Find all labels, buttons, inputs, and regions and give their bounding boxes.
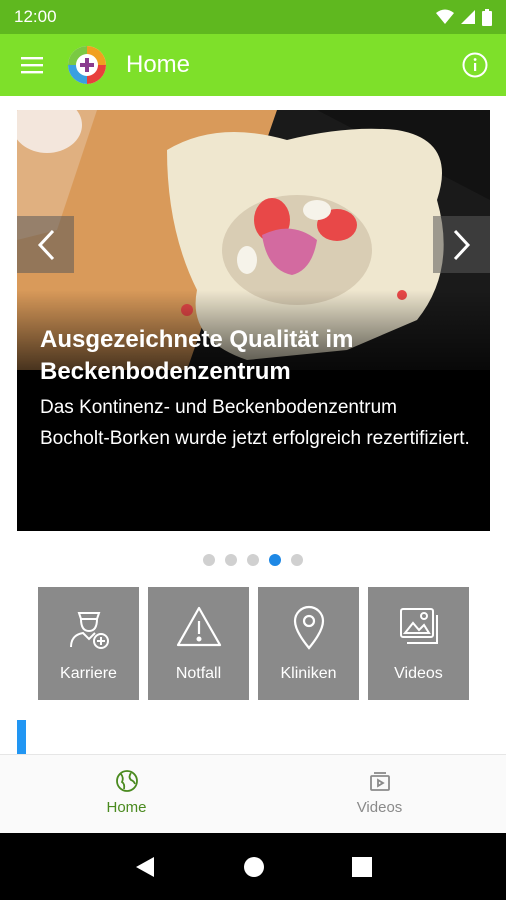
gallery-icon [395,603,443,651]
doctor-add-icon [65,603,113,651]
news-carousel[interactable]: Ausgezeichnete Qualität im Beckenbodenze… [17,110,490,531]
menu-button[interactable] [0,34,64,96]
hamburger-menu-icon [21,57,43,74]
tile-kliniken[interactable]: Kliniken [258,587,359,700]
status-icons [436,8,492,26]
pagination-dot[interactable] [291,554,303,566]
status-bar: 12:00 [0,0,506,34]
status-time: 12:00 [14,7,57,26]
pagination-dot-active[interactable] [269,554,281,566]
tile-label: Kliniken [280,665,337,682]
bottom-nav-label: Home [106,799,147,816]
pagination-dot[interactable] [225,554,237,566]
tile-karriere[interactable]: Karriere [38,587,139,700]
tile-label: Karriere [60,665,117,682]
info-button[interactable] [444,34,506,96]
slide-title[interactable]: Ausgezeichnete Qualität im Beckenbodenze… [40,324,470,388]
carousel-next-button[interactable] [433,216,490,273]
bottom-navigation: Home Videos [0,754,506,833]
home-circle-icon[interactable] [243,856,265,878]
info-icon [462,52,488,78]
page-title: Home [126,51,191,78]
tile-notfall[interactable]: Notfall [148,587,249,700]
bottom-nav-home[interactable]: Home [0,755,253,833]
pagination-dot[interactable] [247,554,259,566]
app-logo-icon [68,46,106,84]
pagination-dot[interactable] [203,554,215,566]
tile-label: Videos [394,665,443,682]
system-navigation-bar [0,833,506,900]
globe-icon [115,770,138,792]
battery-icon [482,8,492,26]
warning-icon [175,603,223,651]
quick-access-tiles: Karriere Notfall Kliniken Videos [38,587,470,700]
app-bar: Home [0,34,506,96]
tile-label: Notfall [175,665,222,682]
slide-text: Das Kontinenz- und Beckenbodenzentrum Bo… [40,397,470,449]
back-icon[interactable] [134,855,156,879]
section-accent-bar [17,720,26,754]
recents-square-icon[interactable] [352,856,373,877]
cellular-signal-icon [461,10,475,24]
video-icon [369,772,390,791]
tile-videos[interactable]: Videos [368,587,469,700]
chevron-right-icon [453,229,470,260]
chevron-left-icon [37,229,54,260]
carousel-pagination [0,554,506,568]
carousel-prev-button[interactable] [17,216,74,273]
bottom-nav-videos[interactable]: Videos [253,755,506,833]
location-pin-icon [285,603,333,651]
wifi-icon [436,9,454,24]
bottom-nav-label: Videos [356,799,403,816]
